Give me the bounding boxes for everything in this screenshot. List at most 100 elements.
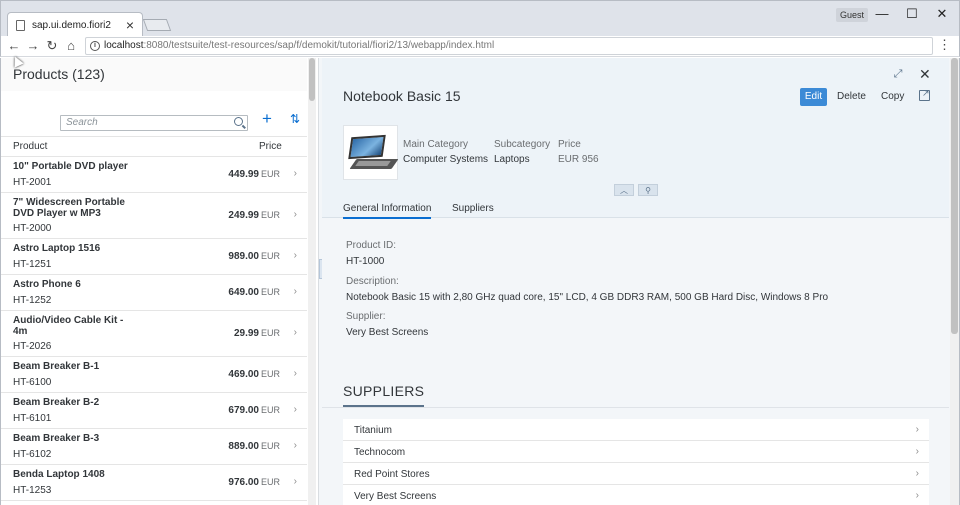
product-list-item[interactable]: Beam Breaker B-3 HT-6102 889.00 EUR ›: [1, 429, 307, 465]
chevron-right-icon: ›: [293, 286, 297, 297]
url-path: :8080/testsuite/test-resources/sap/f/dem…: [143, 40, 495, 51]
chevron-right-icon: ›: [293, 440, 297, 451]
forward-icon[interactable]: →: [24, 37, 42, 55]
close-detail-icon[interactable]: ✕: [919, 66, 931, 83]
product-list-item[interactable]: Audio/Video Cable Kit - 4m HT-2026 29.99 EU…: [1, 311, 307, 357]
detail-scrollbar[interactable]: [950, 58, 959, 505]
price-currency: EUR: [260, 369, 280, 379]
sort-button[interactable]: ⇅: [286, 110, 304, 128]
search-icon[interactable]: [234, 117, 243, 126]
url-input[interactable]: i localhost:8080/testsuite/test-resource…: [85, 37, 933, 55]
product-list-item[interactable]: 7" Widescreen Portable DVD Player w MP3 H…: [1, 193, 307, 239]
product-id-label: Product ID:: [346, 240, 397, 251]
fullscreen-icon[interactable]: ⤢: [892, 68, 904, 80]
product-list-item[interactable]: Astro Laptop 1516 HT-1251 989.00 EUR ›: [1, 239, 307, 275]
chevron-right-icon: ›: [915, 468, 919, 479]
product-list-item[interactable]: Benda Laptop 1408 HT-1253 976.00 EUR ›: [1, 465, 307, 501]
price-currency: EUR: [260, 328, 280, 338]
main-category-attribute: Main Category Computer Systems: [403, 139, 488, 165]
price-amount: 679.00: [228, 405, 259, 416]
supplier-name: Technocom: [354, 447, 406, 458]
address-bar-row: ← → ↻ ⌂ i localhost:8080/testsuite/test-…: [0, 36, 960, 57]
product-name: 10" Portable DVD player: [13, 161, 128, 172]
description-field: Description: Notebook Basic 15 with 2,80…: [346, 276, 828, 303]
supplier-list-item[interactable]: Red Point Stores ›: [343, 463, 929, 485]
guest-profile-badge[interactable]: Guest: [836, 8, 869, 22]
object-header: ⤢ ✕ Notebook Basic 15 Edit Delete Copy M…: [322, 58, 949, 219]
maximize-icon[interactable]: ☐: [897, 3, 927, 25]
column-product: Product: [13, 141, 48, 152]
product-price: 469.00 EUR: [228, 369, 280, 380]
price-amount: 976.00: [228, 477, 259, 488]
product-price: 449.99 EUR: [228, 169, 280, 180]
add-product-button[interactable]: +: [258, 110, 276, 128]
master-list-panel: Products (123) Search + ⇅ Product Price …: [1, 58, 319, 505]
price-currency: EUR: [260, 210, 280, 220]
back-icon[interactable]: ←: [5, 37, 23, 55]
product-price: 976.00 EUR: [228, 477, 280, 488]
product-price: 649.00 EUR: [228, 287, 280, 298]
product-id: HT-1251: [13, 259, 52, 270]
product-price: 249.99 EUR: [228, 210, 280, 221]
master-scrollbar-thumb[interactable]: [309, 58, 315, 101]
description-value: Notebook Basic 15 with 2,80 GHz quad cor…: [346, 292, 829, 303]
share-icon[interactable]: [919, 88, 930, 101]
product-id-field: Product ID: HT-1000: [346, 240, 396, 267]
product-price: 29.99 EUR: [234, 328, 280, 339]
reload-icon[interactable]: ↻: [43, 37, 61, 55]
product-name: Audio/Video Cable Kit - 4m: [13, 315, 124, 337]
master-scrollbar[interactable]: [308, 58, 316, 505]
column-price: Price: [259, 141, 282, 152]
product-name: Astro Laptop 1516: [13, 243, 101, 254]
price-amount: 249.99: [228, 210, 259, 221]
close-tab-icon[interactable]: ×: [126, 17, 134, 33]
supplier-list-item[interactable]: Very Best Screens ›: [343, 485, 929, 505]
browser-tab[interactable]: sap.ui.demo.fiori2 ×: [7, 12, 143, 38]
detail-content: Product ID: HT-1000 Description: Noteboo…: [322, 219, 949, 505]
description-label: Description:: [346, 276, 399, 287]
chevron-right-icon: ›: [293, 168, 297, 179]
edit-button[interactable]: Edit: [800, 88, 827, 106]
detail-panel: ⤢ ✕ Notebook Basic 15 Edit Delete Copy M…: [322, 58, 949, 505]
tab-suppliers[interactable]: Suppliers: [452, 203, 494, 214]
copy-button[interactable]: Copy: [881, 91, 904, 102]
laptop-keys: [355, 161, 391, 166]
product-id: HT-1253: [13, 485, 52, 496]
product-image: [343, 125, 399, 180]
delete-button[interactable]: Delete: [837, 91, 866, 102]
supplier-list-item[interactable]: Titanium ›: [343, 419, 929, 441]
product-list-item[interactable]: Astro Phone 6 HT-1252 649.00 EUR ›: [1, 275, 307, 311]
product-title: Notebook Basic 15: [343, 88, 461, 104]
main-category-value: Computer Systems: [403, 154, 489, 165]
chevron-right-icon: ›: [293, 404, 297, 415]
price-currency: EUR: [260, 477, 280, 487]
product-list-item[interactable]: 10" Portable DVD player HT-2001 449.99 EUR ›: [1, 157, 307, 193]
search-input[interactable]: Search: [60, 115, 248, 131]
price-label: Price: [558, 139, 581, 150]
home-icon[interactable]: ⌂: [62, 37, 80, 55]
supplier-list-item[interactable]: Technocom ›: [343, 441, 929, 463]
window-close-icon[interactable]: ✕: [927, 3, 957, 25]
minimize-icon[interactable]: —: [867, 3, 897, 25]
info-icon[interactable]: i: [90, 41, 100, 51]
product-list: 10" Portable DVD player HT-2001 449.99 EUR ›…: [1, 157, 307, 501]
supplier-name: Very Best Screens: [354, 491, 437, 502]
section-divider: [322, 407, 949, 408]
price-value: EUR 956: [558, 154, 599, 165]
product-name: Beam Breaker B-2: [13, 397, 100, 408]
browser-menu-icon[interactable]: ⋮: [938, 37, 951, 53]
tab-general-information[interactable]: General Information: [343, 203, 432, 219]
subcategory-label: Subcategory: [494, 139, 551, 150]
detail-scrollbar-thumb[interactable]: [951, 58, 958, 334]
new-tab-button[interactable]: [142, 19, 172, 31]
product-name: Benda Laptop 1408: [13, 469, 105, 480]
product-list-item[interactable]: Beam Breaker B-2 HT-6101 679.00 EUR ›: [1, 393, 307, 429]
chevron-right-icon: ›: [915, 446, 919, 457]
price-currency: EUR: [260, 251, 280, 261]
browser-titlebar: sap.ui.demo.fiori2 × Guest — ☐ ✕: [0, 0, 960, 38]
url-host: localhost: [104, 40, 144, 51]
tab-title: sap.ui.demo.fiori2: [32, 20, 111, 31]
price-attribute: Price EUR 956: [558, 139, 599, 165]
product-list-item[interactable]: Beam Breaker B-1 HT-6100 469.00 EUR ›: [1, 357, 307, 393]
laptop-icon: [348, 134, 386, 160]
